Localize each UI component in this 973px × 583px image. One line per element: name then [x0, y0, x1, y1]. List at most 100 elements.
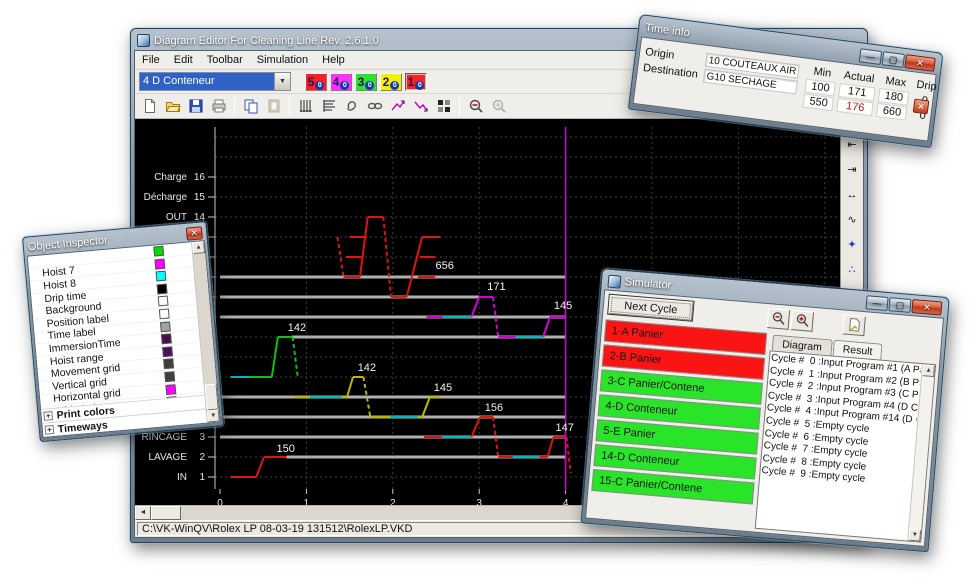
program-buttons: 5040302010: [305, 73, 427, 91]
color-swatch[interactable]: [157, 283, 168, 294]
scroll-up-arrow-icon[interactable]: ▲: [922, 364, 935, 377]
scrollbar-thumb[interactable]: [151, 506, 181, 520]
color-swatch[interactable]: [163, 359, 174, 370]
side-tool-icon[interactable]: ✦: [843, 237, 861, 253]
color-swatch[interactable]: [156, 271, 167, 282]
expand-plus-icon[interactable]: +: [45, 425, 55, 435]
svg-text:147: 147: [556, 422, 574, 434]
svg-text:3: 3: [476, 498, 482, 505]
toolbar-separator: [459, 97, 460, 115]
svg-text:1: 1: [304, 498, 310, 505]
scroll-down-arrow-icon[interactable]: ▼: [207, 410, 220, 423]
close-button[interactable]: ✕: [186, 226, 203, 240]
open-file-icon[interactable]: [162, 96, 183, 117]
program-list: 1-A Panier2-B Panier3-C Panier/Contene4-…: [586, 317, 770, 531]
program-combo-value: 4 D Conteneur: [140, 73, 274, 90]
svg-text:150: 150: [276, 443, 294, 455]
maximize-button[interactable]: ▢: [882, 51, 906, 68]
menu-item[interactable]: Help: [322, 54, 345, 66]
svg-text:145: 145: [554, 300, 572, 312]
svg-text:2: 2: [390, 498, 396, 505]
vertical-grid-icon[interactable]: [295, 96, 316, 117]
side-tool-icon[interactable]: ∿: [843, 212, 861, 228]
program-combo[interactable]: 4 D Conteneur ▼: [139, 72, 291, 91]
program-button[interactable]: 40: [330, 73, 352, 91]
path-down-icon[interactable]: [410, 96, 431, 117]
color-swatch[interactable]: [165, 384, 176, 395]
svg-text:15: 15: [194, 192, 206, 203]
color-swatch[interactable]: [159, 308, 170, 319]
svg-text:Charge: Charge: [154, 172, 187, 183]
maximize-button[interactable]: ▢: [888, 297, 911, 313]
side-tool-icon[interactable]: ⇥: [843, 162, 861, 178]
minimize-button[interactable]: —: [865, 295, 888, 311]
min-2: 550: [803, 93, 835, 111]
scroll-left-arrow-icon[interactable]: ◄: [135, 506, 151, 520]
scrollbar-thumb[interactable]: [205, 384, 219, 411]
color-swatch[interactable]: [160, 321, 171, 332]
app-icon: [137, 34, 150, 47]
svg-text:RINCAGE: RINCAGE: [141, 432, 187, 443]
report-icon[interactable]: [842, 314, 866, 336]
color-swatch[interactable]: [162, 346, 173, 357]
simulator-title: Simulator: [624, 276, 671, 292]
zoom-out-icon[interactable]: [465, 96, 486, 117]
simulator-window: Simulator — ▢ ✕ Next Cycle 1-A Pa: [581, 268, 950, 552]
object-inspector-window: Object Inspector ✕ Hoist 7 Hoist 8: [22, 221, 224, 442]
program-button[interactable]: 10: [405, 73, 427, 91]
svg-text:LAVAGE: LAVAGE: [148, 452, 187, 463]
menu-item[interactable]: Toolbar: [207, 54, 243, 66]
menu-item[interactable]: Edit: [174, 54, 193, 66]
chevron-down-icon[interactable]: ▼: [274, 73, 290, 90]
svg-text:656: 656: [435, 260, 453, 272]
side-tool-icon[interactable]: ↔: [843, 187, 861, 203]
program-button[interactable]: 30: [355, 73, 377, 91]
new-file-icon[interactable]: [139, 96, 160, 117]
expand-plus-icon[interactable]: +: [43, 411, 53, 421]
copy-icon[interactable]: [240, 96, 261, 117]
color-swatch[interactable]: [153, 246, 164, 257]
path-up-icon[interactable]: [387, 96, 408, 117]
main-window-title: Diagram Editor For Cleaning Line Rev. 2.…: [154, 35, 379, 47]
color-swatch[interactable]: [154, 258, 165, 269]
close-button[interactable]: ✕: [911, 299, 942, 315]
close-button[interactable]: ✕: [904, 54, 936, 72]
svg-text:Décharge: Décharge: [144, 192, 188, 203]
next-cycle-button[interactable]: Next Cycle: [607, 294, 694, 322]
svg-text:OUT: OUT: [166, 212, 187, 223]
minimize-button[interactable]: —: [859, 48, 883, 65]
zoom-in-icon[interactable]: [488, 96, 509, 117]
link-icon[interactable]: [364, 96, 385, 117]
panel-close-icon[interactable]: ✕: [913, 99, 930, 115]
svg-text:156: 156: [485, 402, 503, 414]
time-info-title: Time info: [645, 21, 691, 39]
side-tool-icon[interactable]: ∴: [843, 262, 861, 278]
col-drip: Drip: [912, 78, 941, 93]
svg-text:171: 171: [487, 281, 505, 293]
toolbar-separator: [234, 97, 235, 115]
program-button[interactable]: 50: [305, 73, 327, 91]
color-swatch[interactable]: [164, 371, 175, 382]
max-2: 660: [876, 102, 908, 120]
svg-text:0: 0: [217, 498, 223, 505]
side-tool-icon[interactable]: ⇤: [843, 137, 861, 153]
simulator-icon: [607, 274, 621, 288]
svg-text:142: 142: [358, 362, 376, 374]
paste-icon[interactable]: [263, 96, 284, 117]
zoom-in-icon[interactable]: [791, 310, 815, 332]
print-icon[interactable]: [208, 96, 229, 117]
menu-item[interactable]: Simulation: [257, 54, 308, 66]
attach-icon[interactable]: [341, 96, 362, 117]
zoom-out-icon[interactable]: [767, 308, 791, 330]
svg-text:145: 145: [434, 382, 452, 394]
pattern-icon[interactable]: [433, 96, 454, 117]
group-label: Timeways: [57, 419, 108, 435]
result-listbox[interactable]: Cycle # 0 :Input Program #1 (A Panier)Cy…: [755, 350, 936, 542]
scroll-down-arrow-icon[interactable]: ▼: [908, 529, 921, 542]
horizontal-grid-icon[interactable]: [318, 96, 339, 117]
color-swatch[interactable]: [158, 296, 169, 307]
save-icon[interactable]: [185, 96, 206, 117]
program-button[interactable]: 20: [380, 73, 402, 91]
color-swatch[interactable]: [161, 334, 172, 345]
menu-item[interactable]: File: [142, 54, 160, 66]
